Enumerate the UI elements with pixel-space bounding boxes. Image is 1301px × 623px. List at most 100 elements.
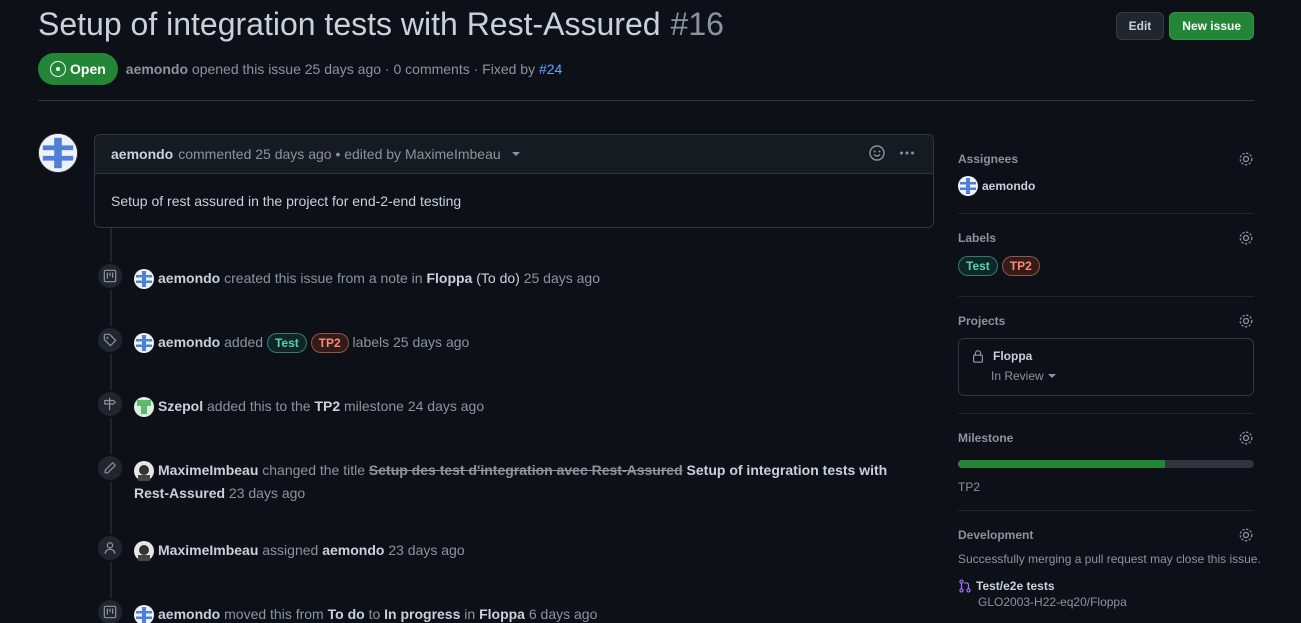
milestone-progress-fill [958,460,1166,468]
branch-repo: GLO2003-H22-eq20/Floppa [978,595,1127,609]
timeline-item: MaximeImbeau changed the title Setup des… [96,454,916,505]
gear-icon[interactable] [1238,230,1254,246]
smiley-icon[interactable] [869,145,885,161]
actor-link[interactable]: aemondo [158,270,220,286]
event-time[interactable]: 25 days ago [524,270,600,286]
project-icon [96,262,124,290]
branch-name[interactable]: Test/e2e tests [976,579,1055,593]
gear-icon[interactable] [1238,313,1254,329]
gear-icon[interactable] [1238,527,1254,543]
gear-icon[interactable] [1238,151,1254,167]
new-issue-button[interactable]: New issue [1169,12,1254,40]
event-text: milestone 24 days ago [344,398,485,414]
milestone-progress-bar [958,460,1254,468]
issue-state-label: Open [70,61,106,77]
to-column: In progress [384,606,461,622]
kebab-horizontal-icon[interactable] [899,145,915,161]
pencil-icon [96,454,124,482]
label-test[interactable]: Test [266,333,307,354]
avatar [958,176,978,196]
issue-opened-text: opened this issue 25 days ago · 0 commen… [191,61,536,77]
issue-state-badge: Open [38,53,118,85]
event-text: assigned [262,542,319,558]
edit-button[interactable]: Edit [1115,12,1165,40]
issue-number: #16 [670,6,724,42]
edit-history-dropdown[interactable] [511,152,520,156]
project-name[interactable]: Floppa [993,349,1032,363]
gear-icon[interactable] [1238,430,1254,446]
event-text: to [368,606,381,622]
sidebar-milestone: Milestone TP2 [958,430,1254,494]
event-time[interactable]: 23 days ago [388,542,464,558]
issue-title-row: Setup of integration tests with Rest-Ass… [38,6,724,43]
timeline-item: aemondo moved this from To do to In prog… [96,598,916,623]
sidebar-divider [958,296,1254,297]
event-time[interactable]: 23 days ago [229,485,305,501]
actor-link[interactable]: MaximeImbeau [158,542,258,558]
chevron-down-icon [1047,374,1056,378]
event-time[interactable]: 6 days ago [529,606,598,622]
project-link[interactable]: Floppa [426,270,472,286]
sidebar-development: Development Successfully merging a pull … [958,527,1261,609]
project-status-dropdown[interactable]: In Review [991,369,1241,383]
event-text: created this issue from a note in [224,270,423,286]
sidebar-divider [958,413,1254,414]
label-tp2[interactable]: TP2 [1001,256,1040,276]
from-column: To do [327,606,365,622]
milestone-heading: Milestone [958,431,1014,445]
avatar[interactable] [134,541,154,562]
identicon-icon [39,134,77,172]
lock-icon [973,350,983,363]
fixed-by-link[interactable]: #24 [539,61,562,77]
projects-heading: Projects [958,314,1006,328]
avatar[interactable] [134,605,154,623]
actor-link[interactable]: aemondo [158,606,220,622]
person-icon [96,534,124,562]
project-status: In Review [991,369,1044,383]
event-text: added this to the [207,398,311,414]
avatar[interactable] [134,333,154,354]
milestone-icon [96,390,124,418]
header-actions: Edit New issue [1115,12,1254,40]
event-text: in [464,606,476,622]
development-note: Successfully merging a pull request may … [958,552,1261,566]
project-link[interactable]: Floppa [479,606,525,622]
label-tp2[interactable]: TP2 [310,333,349,354]
comment-header: aemondo commented 25 days ago • edited b… [95,135,933,174]
issue-comment: aemondo commented 25 days ago • edited b… [94,134,934,228]
sidebar-assignees: Assignees aemondo [958,151,1254,196]
comment-author-link[interactable]: aemondo [111,146,173,162]
assignee-link[interactable]: aemondo [322,542,384,558]
milestone-name[interactable]: TP2 [958,480,1254,494]
avatar[interactable] [134,397,154,418]
project-column: (To do) [476,270,520,286]
actor-link[interactable]: MaximeImbeau [158,462,258,478]
comment-body: Setup of rest assured in the project for… [111,193,462,209]
header-divider [38,100,1254,101]
issue-author-link[interactable]: aemondo [126,61,188,77]
sidebar-divider [958,510,1254,511]
comment-meta: commented 25 days ago • edited by Maxime… [178,146,501,162]
event-text: changed the title [262,462,366,478]
actor-link[interactable]: Szepol [158,398,203,414]
avatar[interactable] [134,461,154,482]
timeline-item: aemondo added Test TP2 labels 25 days ag… [96,326,916,354]
timeline-item: aemondo created this issue from a note i… [96,262,916,290]
label-test[interactable]: Test [958,256,998,276]
sidebar-labels: Labels Test TP2 [958,230,1254,276]
git-pull-request-icon [959,579,971,593]
issue-opened-icon [50,61,66,77]
avatar[interactable] [38,133,78,173]
project-card[interactable]: Floppa In Review [958,338,1254,396]
tag-icon [96,326,124,354]
assignee-item[interactable]: aemondo [958,176,1254,196]
timeline-item: MaximeImbeau assigned aemondo 23 days ag… [96,534,916,562]
linked-branch[interactable]: Test/e2e tests [958,579,1254,593]
milestone-link[interactable]: TP2 [314,398,340,414]
sidebar-divider [958,213,1254,214]
issue-meta: Open aemondo opened this issue 25 days a… [38,53,562,85]
avatar[interactable] [134,269,154,290]
development-heading: Development [958,528,1034,542]
actor-link[interactable]: aemondo [158,334,220,350]
project-icon [96,598,124,623]
